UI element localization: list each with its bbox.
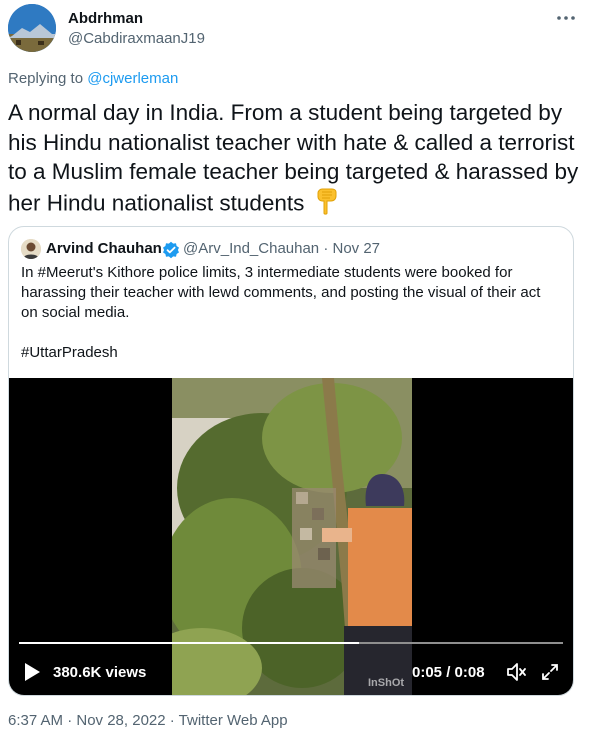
quoted-body: In #Meerut's Kithore police limits, 3 in… [21,264,541,321]
author-handle[interactable]: @CabdiraxmaanJ19 [68,30,205,47]
tweet-header: Abdrhman @CabdiraxmaanJ19 [8,4,582,54]
quoted-meta: @Arv_Ind_Chauhan · Nov 27 [183,240,380,257]
quoted-hashtag: #UttarPradesh [21,344,118,361]
video-progress-fill [19,642,359,644]
replying-handle-link[interactable]: @cjwerleman [87,70,178,87]
author-name[interactable]: Abdrhman [68,10,143,27]
volume-icon[interactable] [506,662,528,682]
tweet-timestamp[interactable]: 6:37 AM · Nov 28, 2022 · Twitter Web App [8,712,288,729]
video-frame [172,378,412,695]
quoted-text: In #Meerut's Kithore police limits, 3 in… [21,263,561,363]
video-views: 380.6K views [53,664,147,681]
video-progress-bar[interactable] [19,642,563,644]
play-icon[interactable] [23,662,41,682]
video-player[interactable]: 380.6K views 0:05 / 0:08 InShOt [9,378,573,695]
replying-prefix: Replying to [8,70,88,87]
tweet-text: A normal day in India. From a student be… [8,98,584,222]
tweet-body: A normal day in India. From a student be… [8,100,579,216]
more-options-icon[interactable] [554,8,578,28]
quoted-tweet[interactable]: Arvind Chauhan @Arv_Ind_Chauhan · Nov 27… [8,226,574,696]
meta-separator: · [323,240,329,257]
quoted-author-name: Arvind Chauhan [46,240,162,257]
verified-badge-icon [162,241,180,263]
quoted-author-avatar [21,239,41,259]
pointing-down-icon [315,187,339,223]
video-time: 0:05 / 0:08 [412,664,485,681]
quoted-author-handle: @Arv_Ind_Chauhan [183,240,320,257]
video-watermark: InShOt [368,677,405,689]
quoted-date: Nov 27 [332,240,381,257]
fullscreen-icon[interactable] [540,662,560,682]
author-avatar[interactable] [8,4,56,52]
replying-to: Replying to @cjwerleman [8,70,178,87]
